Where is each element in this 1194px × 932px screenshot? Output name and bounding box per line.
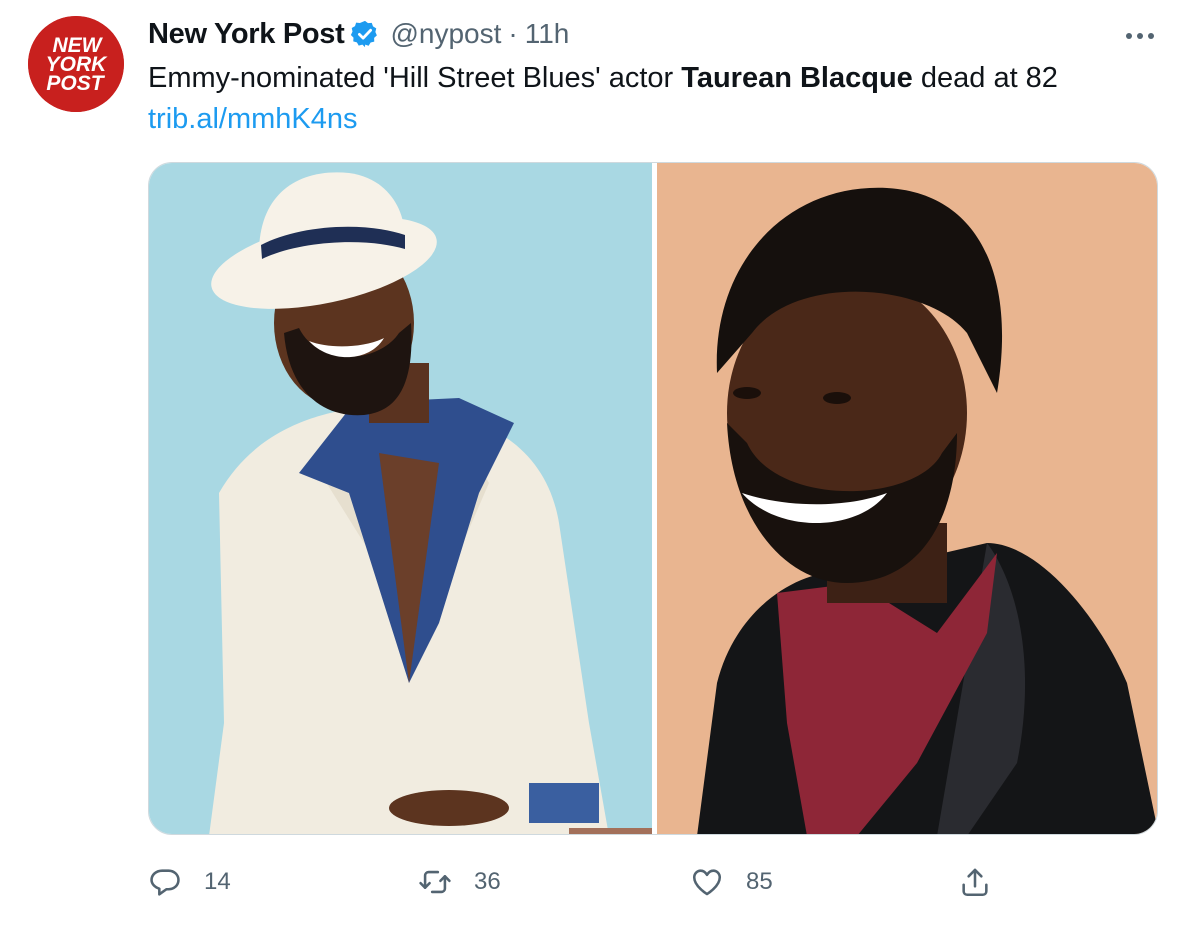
like-count: 85 [746,868,773,895]
tweet-link[interactable]: trib.al/mmhK4ns [148,99,358,139]
tweet-actions: 14 36 85 [0,860,1194,904]
media-container [148,162,1158,835]
share-icon [962,868,988,897]
tweet-text-part: dead at 82 [912,62,1058,94]
reply-icon [150,869,180,896]
avatar-text-line-3: POST [46,72,105,95]
tweet-text-bold: Taurean Blacque [681,62,913,94]
more-icon [1126,33,1154,39]
retweet-icon [419,870,451,894]
reply-count: 14 [204,868,231,895]
tweet-text: Emmy-nominated 'Hill Street Blues' actor… [148,58,1158,98]
tweet[interactable]: NEW YORK POST New York Post @nypost · 11… [0,0,1194,932]
share-button[interactable] [958,860,992,904]
display-name[interactable]: New York Post [148,18,345,51]
retweet-count: 36 [474,868,501,895]
tweet-text-part: Emmy-nominated 'Hill Street Blues' actor [148,62,682,94]
separator-dot: · [508,18,518,49]
handle[interactable]: @nypost [390,18,501,50]
heart-icon [692,869,722,896]
photo-left-image [149,163,652,834]
tweet-header: New York Post @nypost · 11h [148,16,569,52]
photo-right-image [657,163,1157,834]
avatar[interactable]: NEW YORK POST [28,16,124,112]
photo-right[interactable] [657,163,1157,834]
reply-button[interactable]: 14 [148,860,231,904]
nypost-logo: NEW YORK POST [28,16,124,112]
photo-left[interactable] [149,163,652,834]
like-button[interactable]: 85 [690,860,773,904]
timestamp[interactable]: 11h [525,18,570,50]
more-options-button[interactable] [1120,22,1160,50]
verified-badge-icon [350,19,380,49]
retweet-button[interactable]: 36 [418,860,501,904]
